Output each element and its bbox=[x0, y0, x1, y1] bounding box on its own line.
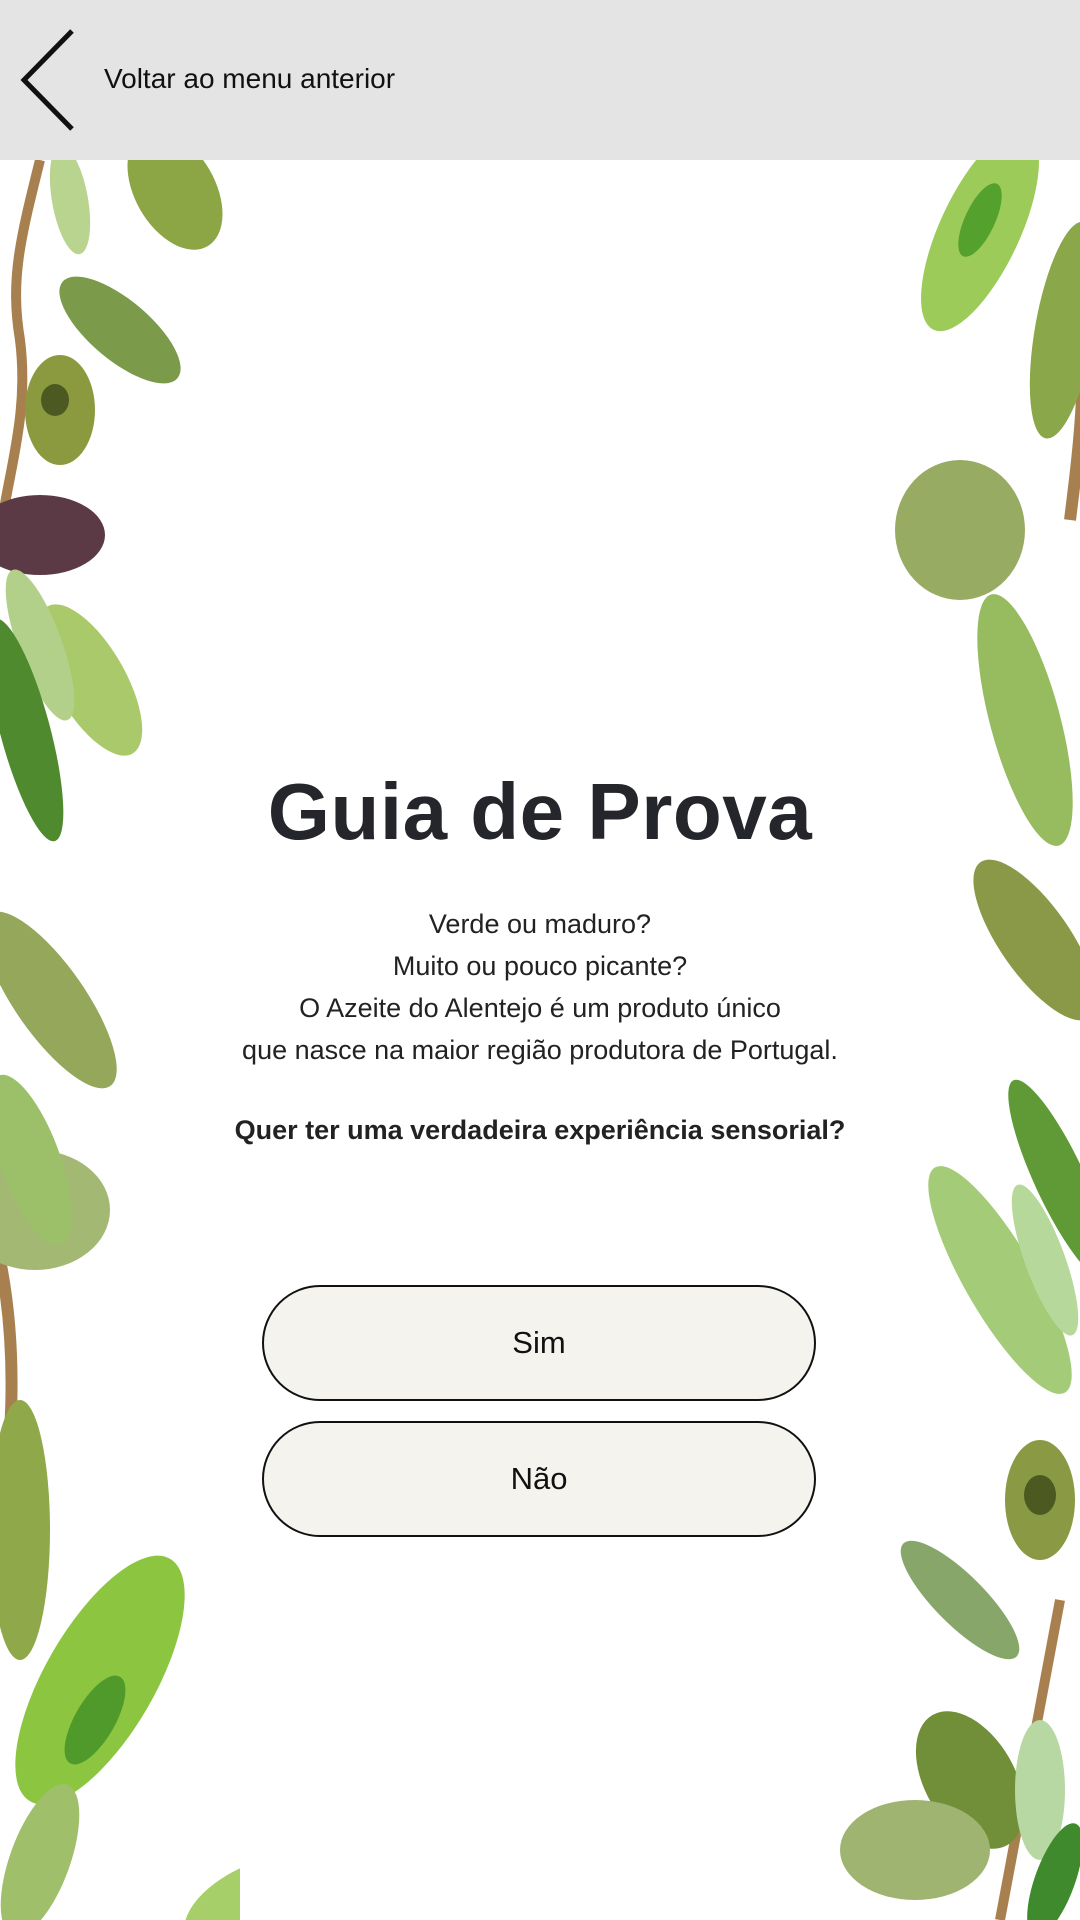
description-line: que nasce na maior região produtora de P… bbox=[242, 1035, 838, 1065]
taste-guide-screen: Voltar ao menu anterior Guia de Prova Ve… bbox=[0, 0, 1080, 1920]
yes-button[interactable]: Sim bbox=[262, 1285, 816, 1401]
description-line: O Azeite do Alentejo é um produto único bbox=[299, 993, 781, 1023]
main-content: Guia de Prova Verde ou maduro? Muito ou … bbox=[0, 0, 1080, 1920]
back-label[interactable]: Voltar ao menu anterior bbox=[104, 63, 395, 95]
description-line: Verde ou maduro? bbox=[428, 909, 652, 939]
chevron-left-icon[interactable] bbox=[16, 25, 86, 135]
description: Verde ou maduro? Muito ou pouco picante?… bbox=[0, 903, 1080, 1071]
top-bar: Voltar ao menu anterior bbox=[0, 0, 1080, 160]
page-title: Guia de Prova bbox=[267, 767, 813, 856]
yes-button-label: Sim bbox=[512, 1325, 566, 1360]
description-line: Muito ou pouco picante? bbox=[392, 951, 688, 981]
question-text: Quer ter uma verdadeira experiência sens… bbox=[234, 1115, 846, 1145]
no-button-label: Não bbox=[510, 1461, 568, 1496]
back-button[interactable]: Voltar ao menu anterior bbox=[0, 0, 395, 160]
no-button[interactable]: Não bbox=[262, 1421, 816, 1537]
